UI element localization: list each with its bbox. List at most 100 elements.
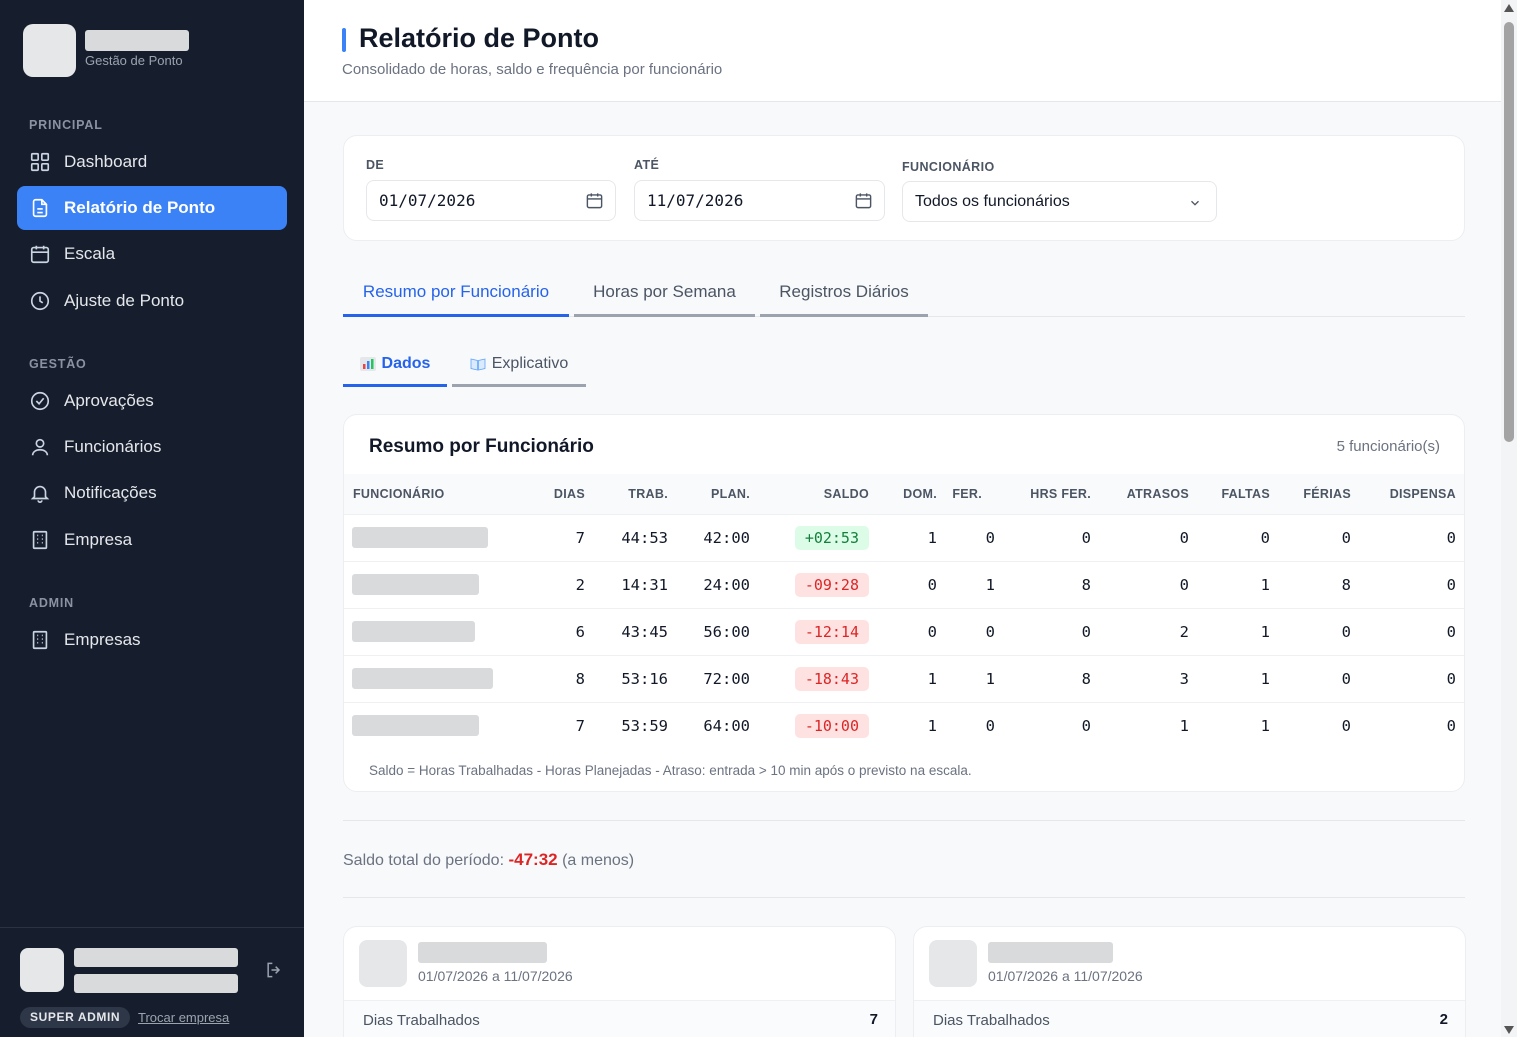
from-date-value: 01/07/2026 (379, 191, 476, 210)
table-row[interactable]: 2 14:31 24:00 -09:28 0 1 8 0 1 8 0 (344, 561, 1464, 608)
cell-saldo-badge: -09:28 (794, 573, 869, 597)
scroll-thumb[interactable] (1504, 22, 1514, 442)
cell-saldo-badge: -18:43 (794, 667, 869, 691)
filters-card: DE 01/07/2026 ATÉ 11/07/2026 FUNCIONÁRIO… (343, 135, 1465, 241)
col-header-plan: PLAN. (711, 487, 750, 501)
cell-atrasos: 2 (1179, 623, 1189, 641)
cell-dispensa: 0 (1446, 717, 1456, 735)
employee-card-row-value: 7 (869, 1011, 878, 1028)
table-row[interactable]: 6 43:45 56:00 -12:14 0 0 0 2 1 0 0 (344, 608, 1464, 655)
building-icon (32, 630, 48, 650)
page-scrollbar[interactable] (1501, 0, 1517, 1037)
period-total: Saldo total do período: -47:32 (a menos) (343, 850, 634, 870)
cell-trab: 53:16 (621, 670, 668, 688)
employee-card-period: 01/07/2026 a 11/07/2026 (988, 968, 1143, 984)
sidebar-item-label: Escala (64, 244, 116, 263)
sidebar-item-funcionarios[interactable]: Funcionários (17, 425, 287, 469)
cell-atrasos: 3 (1179, 670, 1189, 688)
employee-name-redacted (352, 574, 479, 595)
open-book-icon (470, 358, 486, 371)
employee-card: 01/07/2026 a 11/07/2026 Dias Trabalhados… (343, 926, 896, 1037)
user-name-redacted (74, 948, 238, 967)
cell-plan: 42:00 (703, 529, 750, 547)
cell-faltas: 1 (1260, 623, 1270, 641)
cell-dias: 2 (575, 576, 585, 594)
logout-icon[interactable] (264, 960, 284, 980)
cell-trab: 44:53 (621, 529, 668, 547)
cell-fer: 0 (985, 529, 995, 547)
period-total-suffix: (a menos) (562, 852, 635, 869)
tab-resumo-por-funcionario[interactable]: Resumo por Funcionário (343, 270, 569, 317)
cell-dom: 1 (927, 529, 937, 547)
calendar-icon[interactable] (585, 191, 604, 210)
col-header-saldo: SALDO (823, 487, 869, 501)
chevron-down-icon (1191, 200, 1199, 206)
sidebar-item-empresas[interactable]: Empresas (17, 618, 287, 662)
cell-ferias: 0 (1341, 623, 1351, 641)
tab-horas-por-semana[interactable]: Horas por Semana (574, 270, 755, 317)
subtab-label: Dados (381, 355, 431, 372)
switch-company-link[interactable]: Trocar empresa (138, 1010, 229, 1025)
cell-faltas: 1 (1260, 576, 1270, 594)
cell-saldo-badge: +02:53 (794, 526, 869, 550)
cell-plan: 72:00 (703, 670, 750, 688)
cell-dispensa: 0 (1446, 576, 1456, 594)
avatar (359, 940, 407, 987)
table-row[interactable]: 8 53:16 72:00 -18:43 1 1 8 3 1 0 0 (344, 655, 1464, 702)
sidebar-item-label: Empresa (64, 530, 133, 549)
employee-label: FUNCIONÁRIO (902, 160, 995, 174)
cell-ferias: 0 (1341, 670, 1351, 688)
sidebar-item-relatorio-de-ponto[interactable]: Relatório de Ponto (17, 186, 287, 230)
clock-icon (30, 291, 50, 311)
sidebar-item-aprovacoes[interactable]: Aprovações (17, 379, 287, 423)
table-row[interactable]: 7 53:59 64:00 -10:00 1 0 0 1 1 0 0 (344, 702, 1464, 749)
col-header-funcionario: FUNCIONÁRIO (353, 487, 445, 501)
calendar-icon[interactable] (854, 191, 873, 210)
cell-trab: 43:45 (621, 623, 668, 641)
cell-dias: 6 (575, 623, 585, 641)
cell-hrs-fer: 0 (1081, 529, 1091, 547)
cell-dom: 0 (927, 623, 937, 641)
cell-dispensa: 0 (1446, 623, 1456, 641)
tab-registros-diarios[interactable]: Registros Diários (760, 270, 928, 317)
brand-subtitle: Gestão de Ponto (85, 53, 183, 68)
section-divider (343, 820, 1465, 821)
sidebar-item-label: Funcionários (64, 437, 162, 456)
from-date-input[interactable]: 01/07/2026 (366, 180, 616, 221)
table-row[interactable]: 7 44:53 42:00 +02:53 1 0 0 0 0 0 0 (344, 514, 1464, 561)
check-circle-icon (30, 391, 50, 411)
cell-plan: 64:00 (703, 717, 750, 735)
cell-saldo-badge: -10:00 (794, 714, 869, 738)
document-icon (32, 198, 48, 218)
employee-card: 01/07/2026 a 11/07/2026 Dias Trabalhados… (913, 926, 1466, 1037)
cell-dom: 1 (927, 670, 937, 688)
employee-select[interactable]: Todos os funcionários (902, 181, 1217, 222)
col-header-dias: DIAS (553, 487, 585, 501)
col-header-trab: TRAB. (628, 487, 668, 501)
col-header-atrasos: ATRASOS (1126, 487, 1189, 501)
scroll-up-arrow[interactable] (1504, 4, 1514, 12)
subtab-explicativo[interactable]: Explicativo (452, 344, 586, 387)
subtab-dados[interactable]: Dados (343, 344, 447, 387)
brand-logo (23, 24, 76, 77)
nav-section-principal: PRINCIPAL (29, 118, 103, 132)
page-subtitle: Consolidado de horas, saldo e frequência… (342, 61, 723, 78)
sidebar-item-notificacoes[interactable]: Notificações (17, 471, 287, 515)
cell-dispensa: 0 (1446, 529, 1456, 547)
sidebar-item-ajuste-de-ponto[interactable]: Ajuste de Ponto (17, 279, 287, 323)
sidebar-item-empresa[interactable]: Empresa (17, 518, 287, 562)
table-title: Resumo por Funcionário (369, 436, 594, 457)
cell-hrs-fer: 0 (1081, 623, 1091, 641)
cell-dias: 7 (575, 717, 585, 735)
brand: Gestão de Ponto (23, 24, 189, 77)
sidebar-item-dashboard[interactable]: Dashboard (17, 140, 287, 184)
cell-ferias: 8 (1341, 576, 1351, 594)
cell-trab: 53:59 (621, 717, 668, 735)
scroll-down-arrow[interactable] (1504, 1026, 1514, 1034)
cell-fer: 1 (985, 670, 995, 688)
cell-atrasos: 0 (1179, 576, 1189, 594)
to-date-input[interactable]: 11/07/2026 (634, 180, 885, 221)
nav-section-gestao: GESTÃO (29, 357, 87, 371)
bar-chart-icon (359, 357, 376, 371)
sidebar-item-escala[interactable]: Escala (17, 232, 287, 276)
